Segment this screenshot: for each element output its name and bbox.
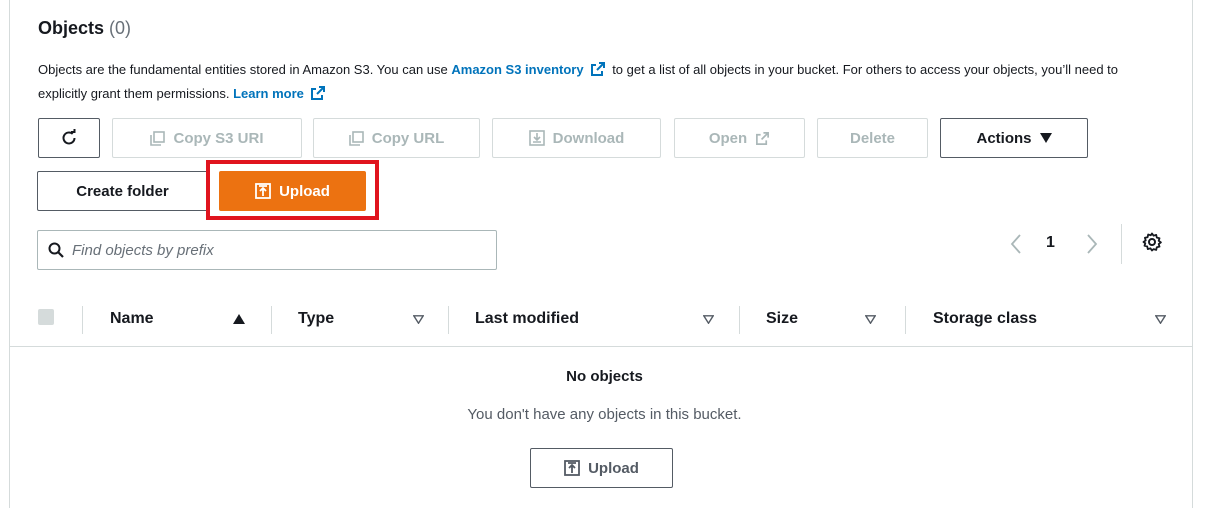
table-header-divider <box>10 346 1192 347</box>
create-folder-label: Create folder <box>76 182 169 200</box>
upload-highlight-box <box>206 160 379 220</box>
column-separator <box>448 306 449 334</box>
empty-state-upload-label: Upload <box>588 459 639 477</box>
copy-icon <box>348 130 364 146</box>
search-icon <box>48 242 64 258</box>
download-button[interactable]: Download <box>492 118 661 158</box>
search-box[interactable] <box>37 230 497 270</box>
empty-state-message: You don't have any objects in this bucke… <box>467 406 742 423</box>
copy-url-button[interactable]: Copy URL <box>313 118 480 158</box>
copy-url-label: Copy URL <box>371 129 445 147</box>
sort-icon[interactable] <box>865 315 876 324</box>
column-separator <box>82 306 83 334</box>
external-link-icon <box>590 62 605 76</box>
panel-border-left <box>9 0 10 508</box>
pager-separator <box>1121 224 1122 264</box>
sort-icon[interactable] <box>703 315 714 324</box>
external-link-icon <box>310 86 325 100</box>
desc-text-1: Objects are the fundamental entities sto… <box>38 62 452 77</box>
page-number[interactable]: 1 <box>1046 234 1055 252</box>
open-button[interactable]: Open <box>674 118 805 158</box>
create-folder-button[interactable]: Create folder <box>37 171 208 211</box>
column-header-name[interactable]: Name <box>110 310 154 328</box>
search-input[interactable] <box>72 241 472 259</box>
gear-icon[interactable] <box>1142 232 1162 252</box>
column-header-type[interactable]: Type <box>298 310 334 328</box>
external-link-icon <box>756 131 770 145</box>
delete-button[interactable]: Delete <box>817 118 928 158</box>
s3-inventory-link[interactable]: Amazon S3 inventory <box>451 62 608 77</box>
copy-s3-uri-label: Copy S3 URI <box>173 129 264 147</box>
column-header-last-modified[interactable]: Last modified <box>475 310 579 328</box>
objects-title: Objects (0) <box>38 18 131 39</box>
copy-icon <box>150 130 166 146</box>
open-label: Open <box>708 129 748 147</box>
column-header-size[interactable]: Size <box>766 310 798 328</box>
chevron-right-icon[interactable] <box>1086 234 1098 254</box>
title-text: Objects <box>38 18 105 38</box>
download-label: Download <box>552 129 625 147</box>
refresh-button[interactable] <box>38 118 100 158</box>
empty-state-upload-button[interactable]: Upload <box>530 448 673 488</box>
learn-more-label: Learn more <box>233 86 304 101</box>
upload-icon <box>564 460 580 476</box>
copy-s3-uri-button[interactable]: Copy S3 URI <box>112 118 302 158</box>
sort-icon[interactable] <box>413 315 424 324</box>
column-separator <box>271 306 272 334</box>
objects-description: Objects are the fundamental entities sto… <box>38 58 1168 106</box>
delete-label: Delete <box>849 129 896 147</box>
caret-down-icon <box>1039 133 1052 143</box>
empty-state-title: No objects <box>566 368 643 385</box>
actions-dropdown[interactable]: Actions <box>940 118 1088 158</box>
s3-inventory-link-label: Amazon S3 inventory <box>451 62 584 77</box>
actions-label: Actions <box>976 129 1032 147</box>
sort-ascending-icon[interactable] <box>233 314 245 324</box>
column-header-storage-class[interactable]: Storage class <box>933 310 1037 328</box>
select-all-checkbox[interactable] <box>38 309 54 325</box>
object-count: (0) <box>109 18 132 38</box>
chevron-left-icon[interactable] <box>1010 234 1022 254</box>
panel-border-right <box>1192 0 1193 508</box>
refresh-icon <box>62 129 76 145</box>
column-separator <box>739 306 740 334</box>
learn-more-link[interactable]: Learn more <box>233 86 329 101</box>
sort-icon[interactable] <box>1155 315 1166 324</box>
column-separator <box>905 306 906 334</box>
download-icon <box>528 130 545 146</box>
